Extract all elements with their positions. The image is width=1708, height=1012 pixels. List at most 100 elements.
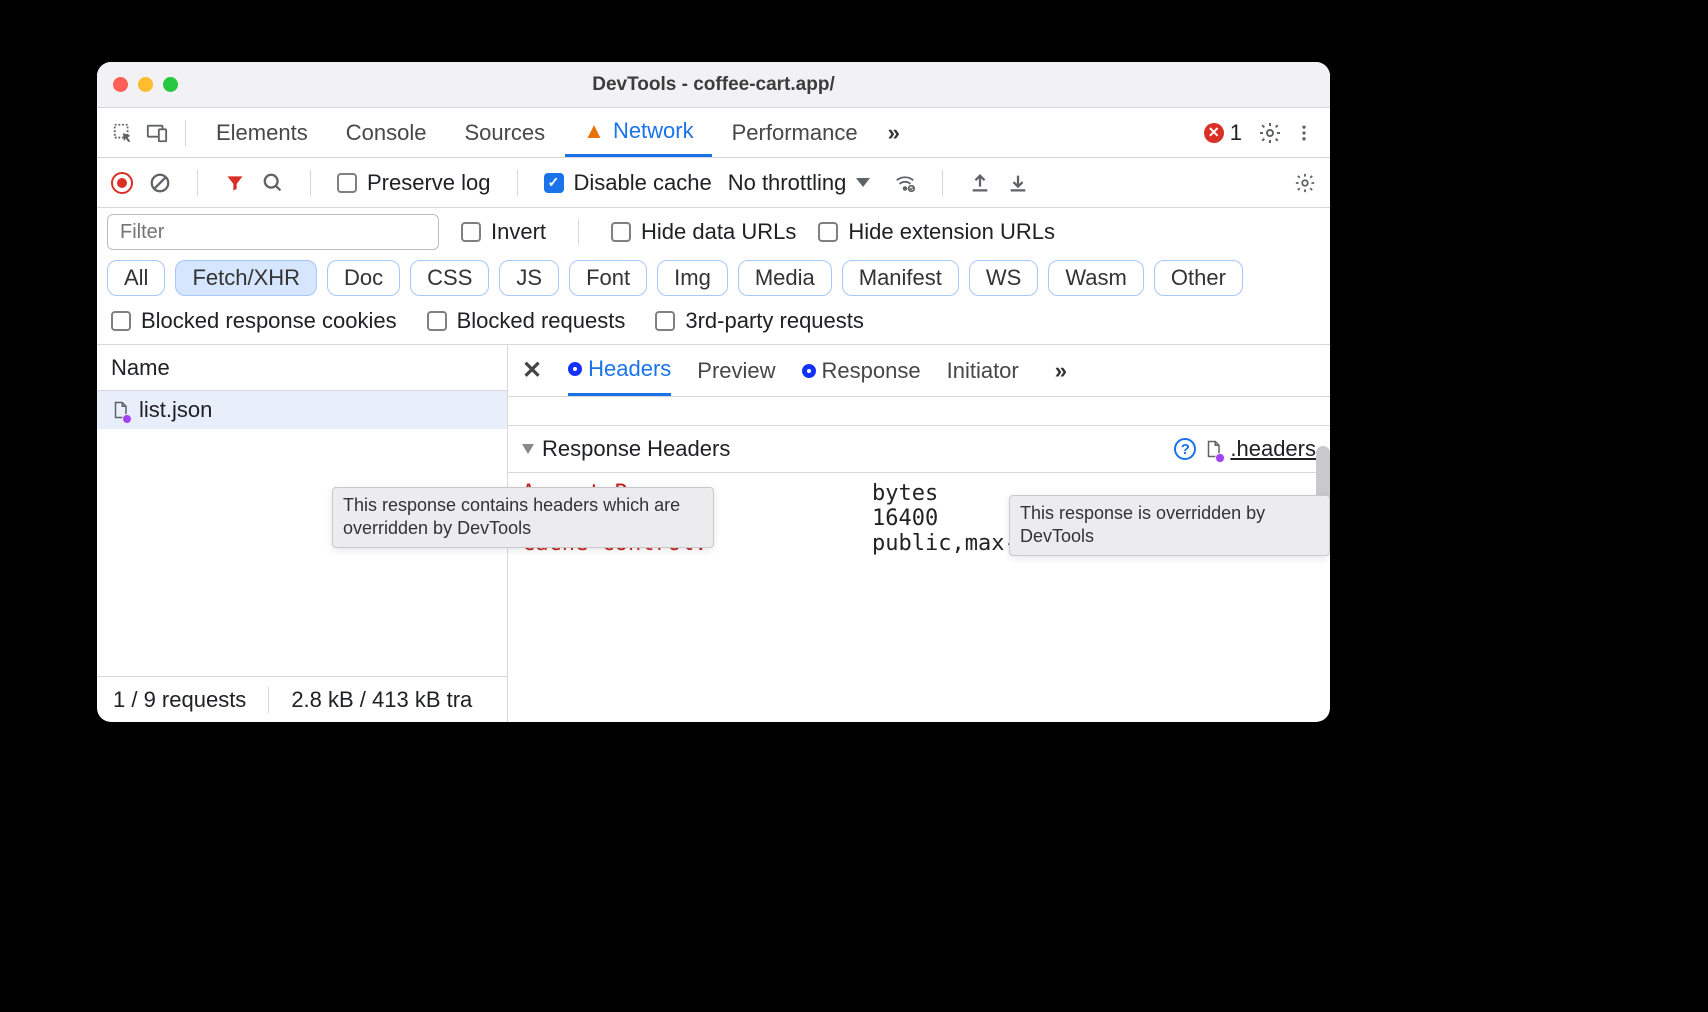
tab-network[interactable]: ▲ Network: [565, 108, 711, 157]
filter-checkbox-row: Blocked response cookies Blocked request…: [97, 302, 1330, 345]
third-party-label: 3rd-party requests: [685, 308, 864, 334]
hide-data-urls-checkbox[interactable]: Hide data URLs: [611, 219, 796, 245]
filter-icon[interactable]: [224, 172, 246, 194]
tab-network-label: Network: [613, 118, 694, 144]
chip-js[interactable]: JS: [499, 260, 559, 296]
chip-other[interactable]: Other: [1154, 260, 1243, 296]
file-icon: [1204, 438, 1222, 460]
error-count: 1: [1230, 120, 1242, 146]
filter-input[interactable]: [107, 214, 439, 250]
chip-img[interactable]: Img: [657, 260, 728, 296]
chip-media[interactable]: Media: [738, 260, 832, 296]
error-icon: ✕: [1204, 123, 1224, 143]
request-row[interactable]: list.json: [97, 391, 507, 429]
tab-response-label: Response: [822, 358, 921, 384]
download-icon[interactable]: [1007, 172, 1029, 194]
devtools-window: DevTools - coffee-cart.app/ Elements Con…: [97, 62, 1330, 722]
tab-sources[interactable]: Sources: [446, 108, 563, 157]
clear-icon[interactable]: [149, 172, 171, 194]
checkbox-icon: [427, 311, 447, 331]
chip-css[interactable]: CSS: [410, 260, 489, 296]
separator: [578, 219, 579, 245]
chip-ws[interactable]: WS: [969, 260, 1038, 296]
override-indicator-ring: [802, 364, 816, 378]
titlebar: DevTools - coffee-cart.app/: [97, 62, 1330, 108]
separator: [942, 170, 943, 196]
upload-icon[interactable]: [969, 172, 991, 194]
tab-initiator[interactable]: Initiator: [947, 345, 1019, 396]
error-badge[interactable]: ✕ 1: [1194, 120, 1252, 146]
settings-gear-icon[interactable]: [1254, 117, 1286, 149]
checkbox-icon: [655, 311, 675, 331]
tab-response[interactable]: Response: [802, 345, 921, 396]
override-indicator-ring: [568, 362, 582, 376]
tab-headers[interactable]: Headers: [568, 345, 671, 396]
request-count: 1 / 9 requests: [113, 687, 246, 713]
more-tabs-button[interactable]: »: [878, 120, 910, 146]
chevron-down-icon: [856, 178, 870, 187]
checkbox-icon: [611, 222, 631, 242]
network-toolbar: Preserve log ✓ Disable cache No throttli…: [97, 158, 1330, 208]
inspect-element-icon[interactable]: [107, 117, 139, 149]
file-icon: [111, 399, 129, 421]
override-badge-icon: [122, 414, 132, 424]
separator: [517, 170, 518, 196]
throttling-select[interactable]: No throttling: [728, 170, 879, 196]
disclosure-triangle-icon: [522, 444, 534, 454]
separator: [197, 170, 198, 196]
tooltip-headers-override: This response contains headers which are…: [332, 487, 714, 548]
minimize-window-button[interactable]: [138, 77, 153, 92]
detail-body: Response Headers ? .headers Accept-Range…: [508, 397, 1330, 722]
network-conditions-icon[interactable]: [894, 172, 916, 194]
transfer-size: 2.8 kB / 413 kB tra: [291, 687, 472, 713]
panel-tabs: Elements Console Sources ▲ Network Perfo…: [97, 108, 1330, 158]
column-header-name[interactable]: Name: [97, 345, 507, 391]
blocked-requests-checkbox[interactable]: Blocked requests: [427, 308, 626, 334]
disable-cache-checkbox[interactable]: ✓ Disable cache: [544, 170, 712, 196]
chip-fetch-xhr[interactable]: Fetch/XHR: [175, 260, 317, 296]
chip-all[interactable]: All: [107, 260, 165, 296]
tab-performance[interactable]: Performance: [714, 108, 876, 157]
hide-extension-urls-label: Hide extension URLs: [848, 219, 1055, 245]
close-detail-button[interactable]: ✕: [522, 356, 542, 385]
checkbox-checked-icon: ✓: [544, 173, 564, 193]
tab-elements[interactable]: Elements: [198, 108, 326, 157]
maximize-window-button[interactable]: [163, 77, 178, 92]
filter-row: Invert Hide data URLs Hide extension URL…: [97, 208, 1330, 256]
kebab-menu-icon[interactable]: [1288, 117, 1320, 149]
invert-label: Invert: [491, 219, 546, 245]
third-party-requests-checkbox[interactable]: 3rd-party requests: [655, 308, 864, 334]
hide-extension-urls-checkbox[interactable]: Hide extension URLs: [818, 219, 1055, 245]
chip-wasm[interactable]: Wasm: [1048, 260, 1144, 296]
invert-checkbox[interactable]: Invert: [461, 219, 546, 245]
headers-file-link[interactable]: .headers: [1230, 436, 1316, 462]
device-toolbar-icon[interactable]: [141, 117, 173, 149]
warning-icon: ▲: [583, 118, 605, 144]
more-detail-tabs-button[interactable]: »: [1045, 358, 1077, 384]
separator: [185, 120, 186, 146]
chip-font[interactable]: Font: [569, 260, 647, 296]
tab-console[interactable]: Console: [328, 108, 445, 157]
throttling-value: No throttling: [728, 170, 847, 196]
status-bar: 1 / 9 requests 2.8 kB / 413 kB tra: [97, 676, 507, 722]
chip-manifest[interactable]: Manifest: [842, 260, 959, 296]
type-filter-chips: All Fetch/XHR Doc CSS JS Font Img Media …: [97, 256, 1330, 302]
tab-headers-label: Headers: [588, 356, 671, 382]
blocked-response-cookies-checkbox[interactable]: Blocked response cookies: [111, 308, 397, 334]
chip-doc[interactable]: Doc: [327, 260, 400, 296]
override-badge-icon: [1215, 453, 1225, 463]
search-icon[interactable]: [262, 172, 284, 194]
help-icon[interactable]: ?: [1174, 438, 1196, 460]
response-headers-section[interactable]: Response Headers ? .headers: [508, 425, 1330, 473]
detail-tabs: ✕ Headers Preview Response Initiator »: [508, 345, 1330, 397]
toolbar-settings-gear-icon[interactable]: [1294, 172, 1316, 194]
blocked-requests-label: Blocked requests: [457, 308, 626, 334]
hide-data-urls-label: Hide data URLs: [641, 219, 796, 245]
record-button[interactable]: [111, 172, 133, 194]
request-name: list.json: [139, 397, 212, 423]
tab-preview[interactable]: Preview: [697, 345, 775, 396]
close-window-button[interactable]: [113, 77, 128, 92]
preserve-log-checkbox[interactable]: Preserve log: [337, 170, 491, 196]
preserve-log-label: Preserve log: [367, 170, 491, 196]
window-title: DevTools - coffee-cart.app/: [97, 74, 1330, 96]
